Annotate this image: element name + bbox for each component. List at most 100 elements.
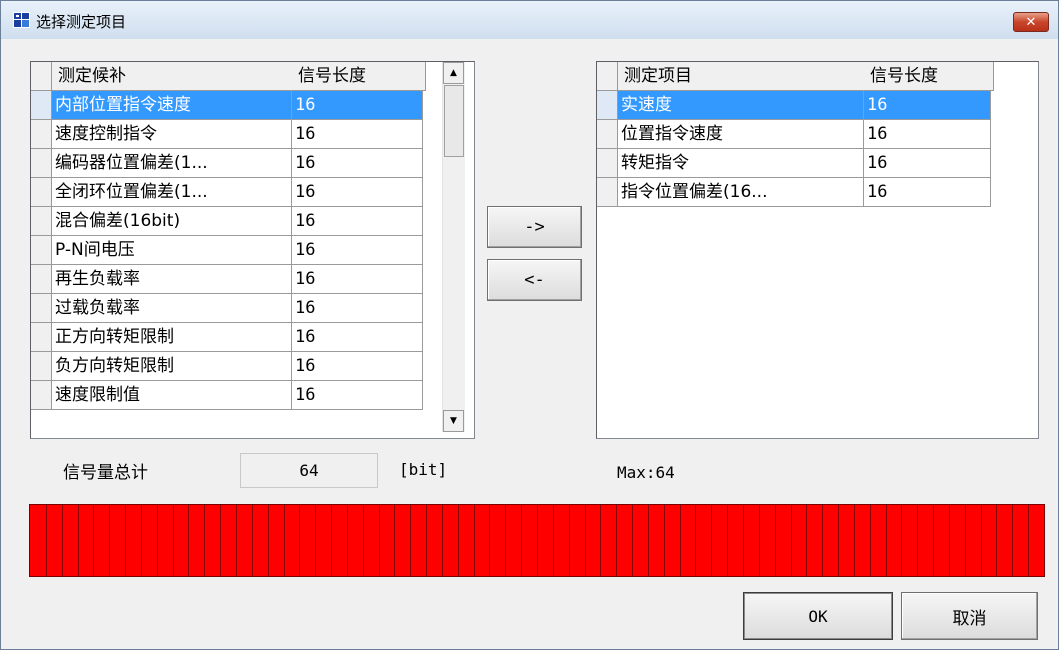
bar-segment-divider <box>489 505 490 576</box>
ok-button[interactable]: OK <box>743 592 893 640</box>
bar-segment-divider <box>458 505 459 576</box>
column-header-name[interactable]: 测定项目 <box>618 62 867 91</box>
item-name-cell[interactable]: 指令位置偏差(16... <box>618 178 864 207</box>
row-selector[interactable] <box>597 149 618 178</box>
item-name-cell[interactable]: 实速度 <box>618 91 864 120</box>
bar-segment-divider <box>78 505 79 576</box>
row-selector[interactable] <box>31 91 52 120</box>
scrollbar-thumb[interactable] <box>444 85 464 157</box>
item-name-cell[interactable]: 负方向转矩限制 <box>52 352 292 381</box>
signal-length-cell[interactable]: 16 <box>292 91 423 120</box>
signal-length-cell[interactable]: 16 <box>292 294 423 323</box>
item-name-cell[interactable]: 全闭环位置偏差(1... <box>52 178 292 207</box>
total-unit: [bit] <box>399 460 448 479</box>
row-selector[interactable] <box>31 178 52 207</box>
bar-segment-divider <box>727 505 728 576</box>
signal-length-cell[interactable]: 16 <box>292 352 423 381</box>
bar-segment-divider <box>284 505 285 576</box>
signal-length-cell[interactable]: 16 <box>292 178 423 207</box>
bar-segment-divider <box>616 505 617 576</box>
signal-length-cell[interactable]: 16 <box>292 265 423 294</box>
bar-segment-divider <box>204 505 205 576</box>
bar-segment-divider <box>331 505 332 576</box>
bar-segment-divider <box>775 505 776 576</box>
dialog-window: 选择测定项目 ✕ 测定候补 信号长度 内部位置指令速度 16 速度控制指令 16 编码器位置… <box>0 0 1059 650</box>
column-header-length[interactable]: 信号长度 <box>292 62 426 91</box>
bar-segment-divider <box>93 505 94 576</box>
row-selector[interactable] <box>31 207 52 236</box>
add-button[interactable]: -> <box>487 206 582 248</box>
column-header-length[interactable]: 信号长度 <box>864 62 994 91</box>
total-label: 信号量总计 <box>63 463 148 483</box>
bar-segment-divider <box>426 505 427 576</box>
bar-segment-divider <box>664 505 665 576</box>
signal-length-cell[interactable]: 16 <box>292 236 423 265</box>
item-name-cell[interactable]: 混合偏差(16bit) <box>52 207 292 236</box>
close-icon: ✕ <box>1025 14 1037 30</box>
candidate-list[interactable]: 测定候补 信号长度 内部位置指令速度 16 速度控制指令 16 编码器位置偏差(1... 16… <box>30 61 475 439</box>
item-name-cell[interactable]: P-N间电压 <box>52 236 292 265</box>
item-name-cell[interactable]: 正方向转矩限制 <box>52 323 292 352</box>
signal-length-cell[interactable]: 16 <box>864 178 991 207</box>
title-bar[interactable]: 选择测定项目 ✕ <box>1 1 1058 39</box>
bar-segment-divider <box>173 505 174 576</box>
bar-segment-divider <box>854 505 855 576</box>
row-selector[interactable] <box>31 352 52 381</box>
bar-segment-divider <box>759 505 760 576</box>
row-selector[interactable] <box>597 178 618 207</box>
bar-segment-divider <box>901 505 902 576</box>
item-name-cell[interactable]: 过载负载率 <box>52 294 292 323</box>
row-header-corner <box>597 62 618 91</box>
bar-segment-divider <box>585 505 586 576</box>
row-selector[interactable] <box>31 323 52 352</box>
signal-length-cell[interactable]: 16 <box>292 323 423 352</box>
row-selector[interactable] <box>31 265 52 294</box>
item-name-cell[interactable]: 再生负载率 <box>52 265 292 294</box>
bar-segment-divider <box>268 505 269 576</box>
item-name-cell[interactable]: 速度限制值 <box>52 381 292 410</box>
window-title: 选择测定项目 <box>36 13 127 31</box>
bar-segment-divider <box>347 505 348 576</box>
item-name-cell[interactable]: 速度控制指令 <box>52 120 292 149</box>
close-button[interactable]: ✕ <box>1013 12 1049 32</box>
column-header-name[interactable]: 测定候补 <box>52 62 295 91</box>
bar-segment-divider <box>62 505 63 576</box>
item-name-cell[interactable]: 位置指令速度 <box>618 120 864 149</box>
item-name-cell[interactable]: 编码器位置偏差(1... <box>52 149 292 178</box>
row-selector[interactable] <box>31 381 52 410</box>
bar-segment-divider <box>711 505 712 576</box>
bar-segment-divider <box>474 505 475 576</box>
signal-length-cell[interactable]: 16 <box>292 381 423 410</box>
dialog-body: 测定候补 信号长度 内部位置指令速度 16 速度控制指令 16 编码器位置偏差(1... 16… <box>1 39 1058 649</box>
bar-segment-divider <box>632 505 633 576</box>
bar-segment-divider <box>125 505 126 576</box>
row-selector[interactable] <box>31 120 52 149</box>
row-selector[interactable] <box>31 294 52 323</box>
scroll-up-icon[interactable]: ▲ <box>443 62 464 84</box>
signal-length-cell[interactable]: 16 <box>292 149 423 178</box>
item-name-cell[interactable]: 内部位置指令速度 <box>52 91 292 120</box>
signal-length-cell[interactable]: 16 <box>292 120 423 149</box>
bar-segment-divider <box>553 505 554 576</box>
cancel-button[interactable]: 取消 <box>901 592 1038 640</box>
bar-segment-divider <box>917 505 918 576</box>
bar-segment-divider <box>109 505 110 576</box>
row-selector[interactable] <box>31 149 52 178</box>
remove-button[interactable]: <- <box>487 259 582 301</box>
signal-length-cell[interactable]: 16 <box>864 149 991 178</box>
measured-list[interactable]: 测定项目 信号长度 实速度 16 位置指令速度 16 转矩指令 16 指令位置偏差(16... 1… <box>596 61 1039 439</box>
signal-length-cell[interactable]: 16 <box>864 91 991 120</box>
scroll-down-icon[interactable]: ▼ <box>443 410 464 432</box>
vertical-scrollbar[interactable]: ▲ ▼ <box>442 62 465 432</box>
total-value-field: 64 <box>240 453 378 488</box>
bar-segment-divider <box>505 505 506 576</box>
bar-segment-divider <box>791 505 792 576</box>
signal-length-cell[interactable]: 16 <box>292 207 423 236</box>
row-selector[interactable] <box>597 91 618 120</box>
item-name-cell[interactable]: 转矩指令 <box>618 149 864 178</box>
bar-segment-divider <box>822 505 823 576</box>
row-selector[interactable] <box>597 120 618 149</box>
bar-segment-divider <box>188 505 189 576</box>
row-selector[interactable] <box>31 236 52 265</box>
signal-length-cell[interactable]: 16 <box>864 120 991 149</box>
